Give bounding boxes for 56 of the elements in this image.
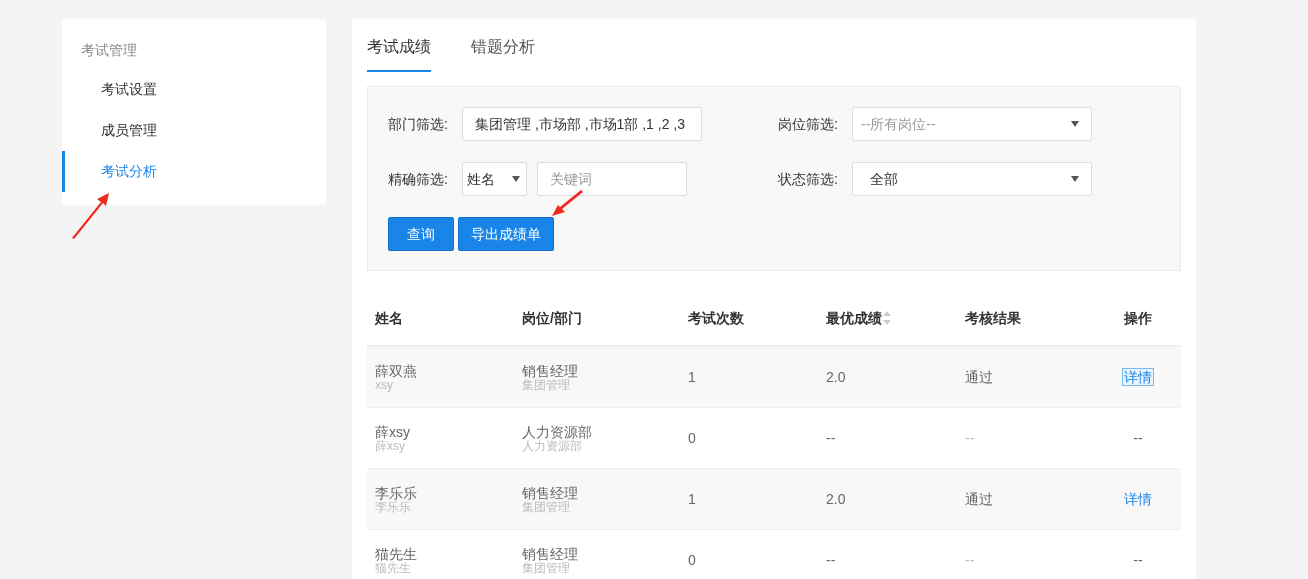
department-name: 集团管理 (522, 561, 571, 575)
column-header: 考试次数 (688, 309, 744, 326)
field-select[interactable]: 姓名 (462, 162, 527, 196)
table-cell: -- (965, 429, 975, 446)
member-account: xsy (375, 378, 393, 392)
table-cell: 0 (688, 551, 696, 568)
position-name: 销售经理 (522, 484, 579, 501)
table-cell: 2.0 (826, 490, 846, 507)
table-cell: 通过 (965, 368, 993, 385)
column-header: 岗位/部门 (522, 309, 582, 326)
sidebar-item[interactable]: 考试设置 (62, 69, 326, 110)
member-account: 李乐乐 (375, 500, 411, 514)
member-account: 薛xsy (375, 439, 405, 453)
table-cell: 0 (688, 429, 696, 446)
sidebar-item[interactable]: 成员管理 (62, 110, 326, 151)
table-cell: -- (826, 551, 836, 568)
caret-icon (1071, 176, 1079, 182)
caret-icon (1071, 121, 1079, 127)
filter-label: 部门筛选: (388, 114, 449, 134)
sort-icon (882, 309, 892, 327)
filter-label: 精确筛选: (388, 169, 449, 189)
member-name: 薛双燕 (375, 362, 418, 379)
table-cell: 1 (688, 490, 696, 507)
member-account: 猫先生 (375, 561, 412, 575)
position-name: 销售经理 (522, 362, 579, 379)
member-name: 薛xsy (375, 423, 411, 440)
tab[interactable]: 错题分析 (471, 34, 535, 72)
table-cell: -- (1133, 551, 1143, 568)
column-header: 考核结果 (965, 309, 1021, 326)
filter-label: 状态筛选: (778, 169, 839, 189)
table-cell: 1 (688, 368, 696, 385)
position-name: 销售经理 (522, 545, 579, 562)
department-field[interactable]: 集团管理 ,市场部 ,市场1部 ,1 ,2 ,3 (462, 107, 702, 141)
table-cell: -- (965, 551, 975, 568)
column-header: 最优成绩 (826, 308, 882, 328)
member-name: 李乐乐 (375, 484, 418, 501)
details-link[interactable]: 详情 (1122, 489, 1154, 508)
sidebar-item[interactable]: 考试分析 (62, 151, 326, 192)
sidebar-heading: 考试管理 (81, 41, 137, 60)
member-name: 猫先生 (375, 545, 418, 562)
query-button[interactable]: 查询 (388, 217, 454, 251)
table-cell: 2.0 (826, 368, 846, 385)
caret-icon (512, 176, 520, 182)
table-cell: -- (826, 429, 836, 446)
position-name: 人力资源部 (522, 423, 593, 440)
tab[interactable]: 考试成绩 (367, 34, 431, 72)
export-button[interactable]: 导出成绩单 (458, 217, 554, 251)
department-name: 人力资源部 (522, 439, 582, 453)
details-link[interactable]: 详情 (1122, 367, 1154, 386)
column-header: 姓名 (375, 309, 403, 326)
filter-label: 岗位筛选: (778, 114, 839, 134)
status-select[interactable]: 全部 (852, 162, 1092, 196)
keyword-field[interactable]: 关键词 (537, 162, 687, 196)
column-header: 操作 (1124, 309, 1152, 326)
table-cell: -- (1133, 429, 1143, 446)
table-cell: 通过 (965, 490, 993, 507)
